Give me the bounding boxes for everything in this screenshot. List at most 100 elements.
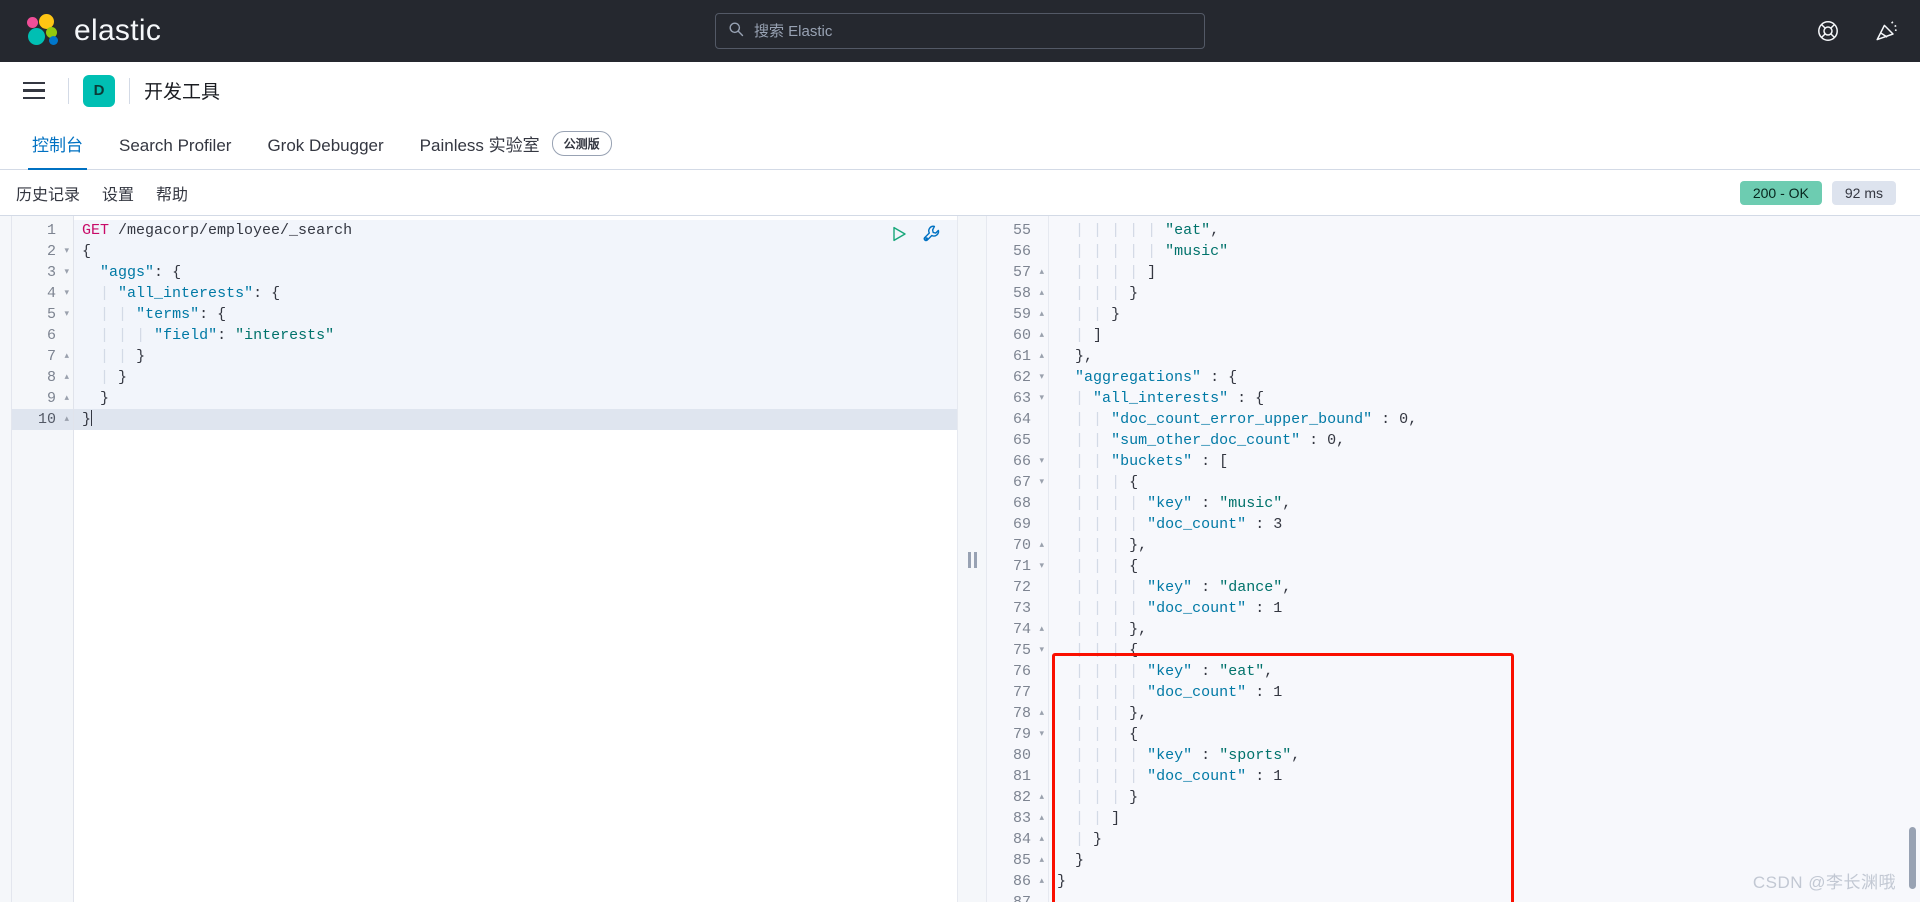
code-line[interactable]: | | | { — [1049, 724, 1920, 745]
fold-toggle-icon[interactable]: ▴ — [1035, 829, 1044, 850]
fold-toggle-icon[interactable]: ▾ — [1035, 640, 1044, 661]
code-line[interactable]: | | | } — [1049, 283, 1920, 304]
request-gutter: 1 2 ▾ 3 ▾ 4 ▾ 5 ▾ 6 7 ▴ 8 ▴ 9 ▴ 10 ▴ — [12, 216, 74, 902]
code-line[interactable] — [1049, 892, 1920, 902]
tab-3[interactable]: Painless 实验室 公测版 — [402, 131, 630, 169]
help-lifebuoy-icon[interactable] — [1816, 19, 1840, 43]
tab-label: 控制台 — [32, 136, 83, 155]
app-header: D 开发工具 — [0, 62, 1920, 120]
code-line[interactable]: | | | } — [1049, 787, 1920, 808]
response-scrollbar[interactable] — [1909, 827, 1916, 889]
global-search-box[interactable] — [715, 13, 1205, 49]
fold-toggle-icon[interactable]: ▴ — [60, 409, 69, 430]
code-line[interactable]: | | | "field": "interests" — [74, 325, 957, 346]
fold-toggle-icon[interactable]: ▾ — [1035, 367, 1044, 388]
search-input[interactable] — [754, 22, 1192, 40]
fold-toggle-icon[interactable]: ▴ — [1035, 535, 1044, 556]
code-line[interactable]: | | | }, — [1049, 703, 1920, 724]
gutter-line: 81 — [987, 766, 1048, 787]
code-line[interactable]: | | | }, — [1049, 535, 1920, 556]
wrench-tools-icon[interactable] — [922, 224, 942, 244]
fold-toggle-icon[interactable]: ▾ — [60, 241, 69, 262]
code-line[interactable]: | ] — [1049, 325, 1920, 346]
play-run-icon[interactable] — [890, 225, 908, 243]
code-line[interactable]: | | | | "doc_count" : 1 — [1049, 682, 1920, 703]
code-line[interactable]: | "all_interests" : { — [1049, 388, 1920, 409]
response-pane[interactable]: 55 56 57 ▴ 58 ▴ 59 ▴ 60 ▴ 61 ▴ 62 ▾ 63 ▾ 64 65 66 ▾ 67 ▾ 68 69 7… — [987, 216, 1920, 902]
code-line[interactable]: | | } — [1049, 304, 1920, 325]
code-line[interactable]: | } — [1049, 829, 1920, 850]
elastic-brand[interactable]: elastic — [26, 14, 161, 48]
code-line[interactable]: | } — [74, 367, 957, 388]
code-line[interactable]: { — [74, 241, 957, 262]
tab-1[interactable]: Search Profiler — [101, 136, 249, 169]
code-line[interactable]: | | "doc_count_error_upper_bound" : 0, — [1049, 409, 1920, 430]
code-line[interactable]: | | | { — [1049, 640, 1920, 661]
code-line[interactable]: | | | | "key" : "dance", — [1049, 577, 1920, 598]
fold-toggle-icon[interactable]: ▴ — [1035, 703, 1044, 724]
fold-toggle-icon[interactable]: ▾ — [60, 304, 69, 325]
fold-toggle-icon[interactable]: ▾ — [60, 283, 69, 304]
fold-toggle-icon[interactable]: ▾ — [1035, 724, 1044, 745]
fold-toggle-icon[interactable]: ▾ — [1035, 451, 1044, 472]
code-line[interactable]: | | | | "key" : "music", — [1049, 493, 1920, 514]
tab-2[interactable]: Grok Debugger — [249, 136, 401, 169]
fold-toggle-icon[interactable]: ▴ — [60, 388, 69, 409]
fold-toggle-icon[interactable]: ▴ — [60, 367, 69, 388]
pane-splitter[interactable] — [957, 216, 987, 902]
code-line[interactable]: | "all_interests": { — [74, 283, 957, 304]
code-line[interactable]: "aggs": { — [74, 262, 957, 283]
code-line[interactable]: | | "terms": { — [74, 304, 957, 325]
fold-toggle-icon[interactable]: ▾ — [60, 262, 69, 283]
fold-toggle-icon[interactable]: ▴ — [1035, 304, 1044, 325]
code-line[interactable]: | | | | "key" : "eat", — [1049, 661, 1920, 682]
code-line[interactable]: | | } — [74, 346, 957, 367]
subbar-item-0[interactable]: 历史记录 — [16, 181, 80, 205]
fold-toggle-icon[interactable]: ▾ — [1035, 556, 1044, 577]
code-line[interactable]: "aggregations" : { — [1049, 367, 1920, 388]
gutter-line: 86 ▴ — [987, 871, 1048, 892]
request-pane[interactable]: 1 2 ▾ 3 ▾ 4 ▾ 5 ▾ 6 7 ▴ 8 ▴ 9 ▴ 10 ▴ GET /megacorp/employ… — [12, 216, 957, 902]
subbar-item-1[interactable]: 设置 — [102, 181, 134, 205]
tab-label: Search Profiler — [119, 136, 232, 155]
fold-toggle-icon[interactable]: ▴ — [1035, 850, 1044, 871]
request-editor[interactable]: GET /megacorp/employee/_search{ "aggs": … — [74, 216, 957, 902]
code-line[interactable]: | | "sum_other_doc_count" : 0, — [1049, 430, 1920, 451]
fold-toggle-icon[interactable]: ▴ — [60, 346, 69, 367]
fold-toggle-icon[interactable]: ▴ — [1035, 325, 1044, 346]
code-line[interactable]: | | | | ] — [1049, 262, 1920, 283]
hamburger-menu-icon[interactable] — [14, 71, 54, 111]
gutter-line: 78 ▴ — [987, 703, 1048, 724]
fold-toggle-icon[interactable]: ▴ — [1035, 619, 1044, 640]
announcements-megaphone-icon[interactable] — [1874, 19, 1898, 43]
code-line[interactable]: | | | | "doc_count" : 1 — [1049, 766, 1920, 787]
line-number: 82 — [1012, 789, 1031, 806]
code-line[interactable]: | | | | "doc_count" : 3 — [1049, 514, 1920, 535]
fold-toggle-icon[interactable]: ▴ — [1035, 808, 1044, 829]
fold-toggle-icon[interactable]: ▴ — [1035, 787, 1044, 808]
code-line[interactable]: | | | { — [1049, 556, 1920, 577]
splitter-grip-icon[interactable] — [967, 551, 977, 568]
fold-toggle-icon[interactable]: ▴ — [1035, 346, 1044, 367]
code-line[interactable]: | | | | | "music" — [1049, 241, 1920, 262]
code-line[interactable]: } — [74, 409, 957, 430]
code-line[interactable]: | | | { — [1049, 472, 1920, 493]
fold-toggle-icon[interactable]: ▴ — [1035, 871, 1044, 892]
code-line[interactable]: } — [74, 388, 957, 409]
code-line[interactable]: }, — [1049, 346, 1920, 367]
fold-toggle-icon[interactable]: ▾ — [1035, 388, 1044, 409]
response-viewer[interactable]: | | | | | "eat", | | | | | "music" | | |… — [1049, 216, 1920, 902]
space-avatar[interactable]: D — [83, 74, 115, 107]
code-line[interactable]: | | | | "doc_count" : 1 — [1049, 598, 1920, 619]
code-line[interactable]: | | | | | "eat", — [1049, 220, 1920, 241]
code-line[interactable]: | | "buckets" : [ — [1049, 451, 1920, 472]
fold-toggle-icon[interactable]: ▴ — [1035, 262, 1044, 283]
subbar-item-2[interactable]: 帮助 — [156, 181, 188, 205]
fold-toggle-icon[interactable]: ▾ — [1035, 472, 1044, 493]
code-line[interactable]: | | | | "key" : "sports", — [1049, 745, 1920, 766]
code-line[interactable]: | | | }, — [1049, 619, 1920, 640]
code-line[interactable]: | | ] — [1049, 808, 1920, 829]
fold-toggle-icon[interactable]: ▴ — [1035, 283, 1044, 304]
tab-0[interactable]: 控制台 — [14, 131, 101, 170]
code-line[interactable]: GET /megacorp/employee/_search — [74, 220, 957, 241]
